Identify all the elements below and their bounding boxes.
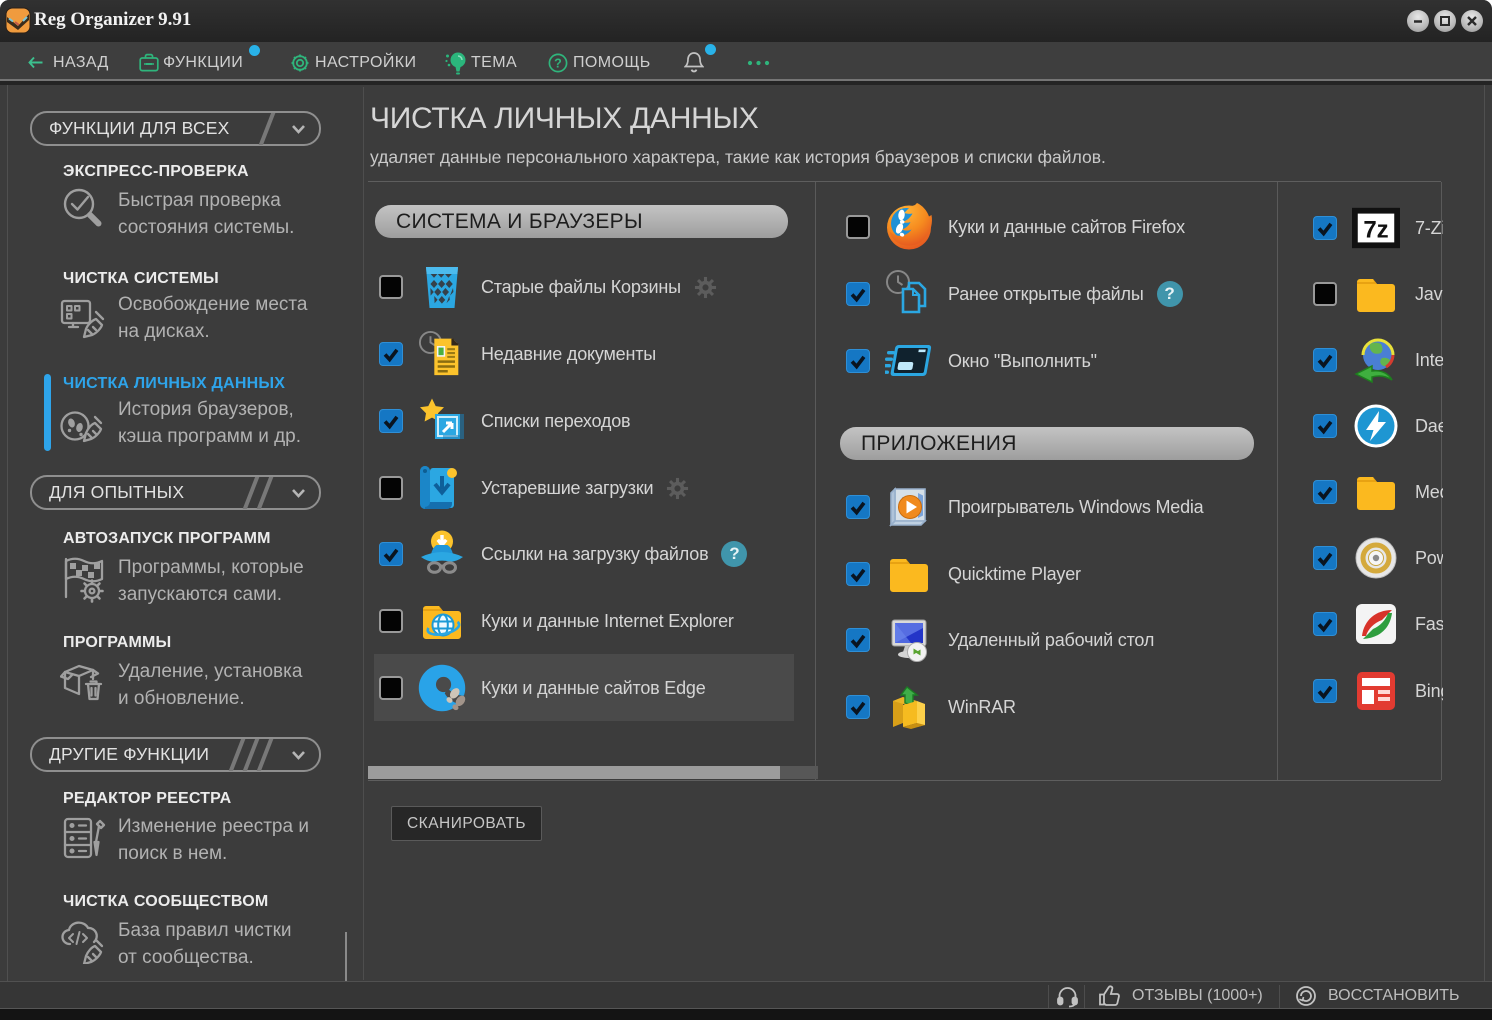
svg-text:7z: 7z <box>1363 217 1388 244</box>
